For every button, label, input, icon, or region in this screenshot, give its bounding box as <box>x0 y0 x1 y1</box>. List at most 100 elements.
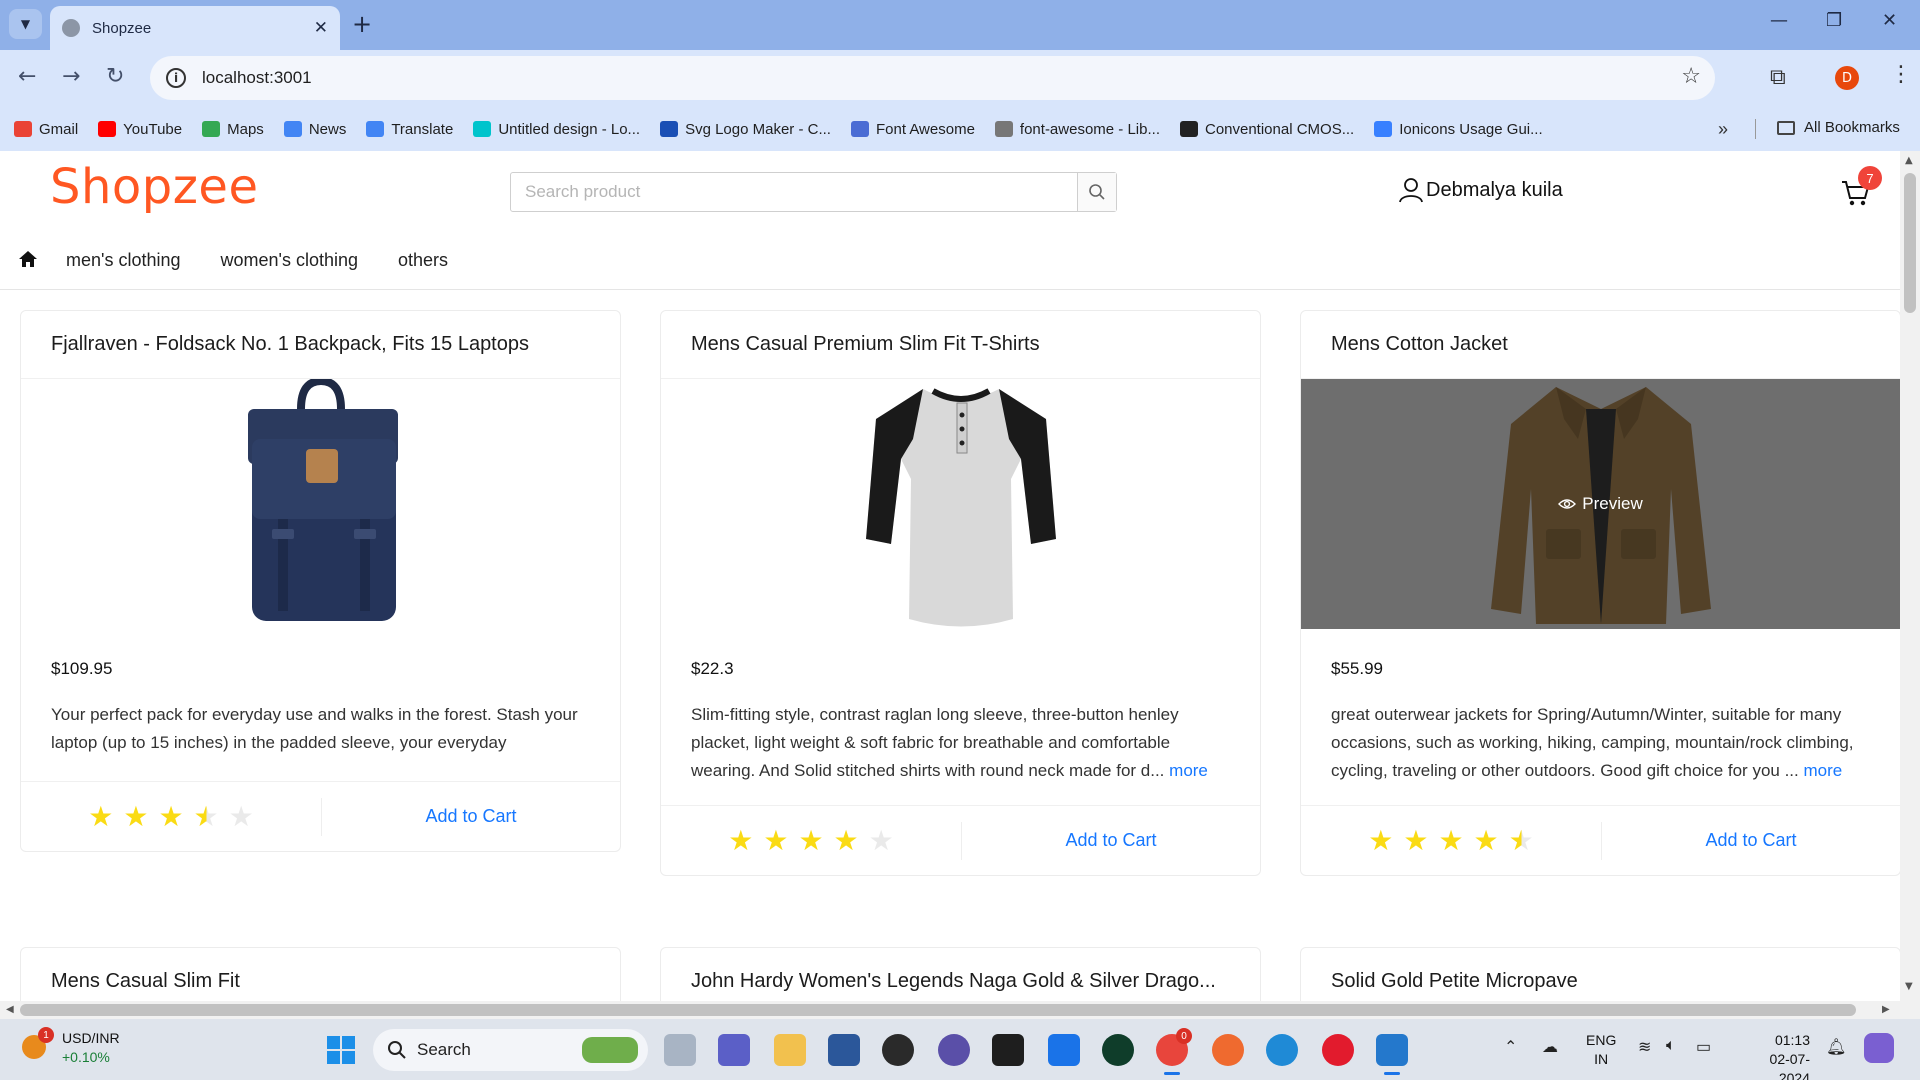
volume-icon[interactable]: 🔈︎ <box>1666 1037 1676 1055</box>
product-card[interactable]: Solid Gold Petite Micropave <box>1300 947 1900 1001</box>
close-tab-icon[interactable]: ✕ <box>314 18 328 38</box>
bookmark-item[interactable]: Maps <box>202 121 264 138</box>
postman-icon[interactable] <box>1212 1034 1244 1066</box>
star-icon[interactable]: ★ <box>229 800 254 833</box>
vscode-icon[interactable] <box>1376 1034 1408 1075</box>
product-image[interactable]: Preview <box>1301 379 1900 629</box>
bookmark-item[interactable]: Font Awesome <box>850 121 975 138</box>
word-icon[interactable] <box>828 1034 860 1066</box>
bookmark-item[interactable]: News <box>283 121 346 138</box>
search-button[interactable] <box>1077 173 1116 211</box>
scroll-up-arrow[interactable]: ▲ <box>1905 155 1913 166</box>
product-image[interactable] <box>21 379 620 629</box>
search-input[interactable] <box>511 173 1077 211</box>
star-icon[interactable]: ★ <box>1368 824 1393 857</box>
forward-button[interactable]: → <box>62 64 80 89</box>
bookmark-item[interactable]: font-awesome - Lib... <box>994 121 1160 138</box>
task-view-icon[interactable] <box>664 1034 696 1066</box>
bookmark-item[interactable]: Gmail <box>14 121 78 138</box>
site-info-icon[interactable]: i <box>166 68 186 88</box>
star-icon[interactable]: ★ <box>834 824 859 857</box>
bookmark-item[interactable]: Conventional CMOS... <box>1179 121 1354 138</box>
bookmark-item[interactable]: Ionicons Usage Gui... <box>1374 121 1543 138</box>
user-profile-link[interactable]: Debmalya kuila <box>1398 177 1563 203</box>
site-logo[interactable]: Shopzee <box>50 159 258 215</box>
copilot-icon[interactable] <box>1864 1033 1894 1063</box>
star-icon[interactable]: ★ <box>1403 824 1428 857</box>
mongodb-icon[interactable] <box>1102 1034 1134 1066</box>
product-card[interactable]: Mens Casual Premium Slim Fit T-Shirts $2… <box>660 310 1261 876</box>
home-icon[interactable] <box>18 249 38 274</box>
product-image[interactable] <box>661 379 1260 629</box>
star-icon[interactable]: ★ <box>1509 824 1534 857</box>
more-link[interactable]: more <box>1803 761 1842 780</box>
star-icon[interactable]: ★ <box>88 800 113 833</box>
battery-icon[interactable]: ▭ <box>1696 1037 1711 1057</box>
wifi-icon[interactable]: ≋ <box>1638 1037 1651 1057</box>
dell-icon[interactable] <box>882 1034 914 1066</box>
star-icon[interactable]: ★ <box>1438 824 1463 857</box>
bookmark-item[interactable]: Translate <box>366 121 453 138</box>
bookmark-item[interactable]: Svg Logo Maker - C... <box>660 121 831 138</box>
bookmark-item[interactable]: Untitled design - Lo... <box>473 121 640 138</box>
restore-button[interactable]: ❐ <box>1826 10 1842 31</box>
star-icon[interactable]: ★ <box>1474 824 1499 857</box>
taskbar-search[interactable]: Search <box>373 1029 648 1071</box>
teams-icon[interactable] <box>718 1034 750 1066</box>
vertical-scrollbar[interactable]: ▲ ▼ <box>1900 151 1920 1001</box>
media-player-icon[interactable] <box>938 1034 970 1066</box>
product-card[interactable]: Mens Casual Slim Fit <box>20 947 621 1001</box>
add-to-cart-button[interactable]: Add to Cart <box>1602 830 1900 851</box>
category-womens-clothing[interactable]: women's clothing <box>221 250 359 271</box>
scroll-thumb[interactable] <box>20 1004 1856 1016</box>
language-indicator[interactable]: ENG IN <box>1586 1031 1616 1069</box>
currency-widget[interactable]: 1 USD/INR +0.10% <box>20 1027 120 1067</box>
browser-tab[interactable]: Shopzee ✕ <box>50 6 340 50</box>
star-icon[interactable]: ★ <box>798 824 823 857</box>
scroll-right-arrow[interactable]: ▶ <box>1882 1004 1890 1015</box>
mail-icon[interactable] <box>1048 1034 1080 1066</box>
extensions-icon[interactable]: ⧉ <box>1770 65 1786 90</box>
browser-menu-icon[interactable]: ⋮ <box>1890 62 1912 87</box>
show-hidden-icons[interactable]: ⌃ <box>1504 1037 1517 1057</box>
category-mens-clothing[interactable]: men's clothing <box>66 250 181 271</box>
address-bar[interactable]: i localhost:3001 ☆ <box>150 56 1715 100</box>
edge-icon[interactable] <box>1266 1034 1298 1066</box>
star-icon[interactable]: ★ <box>158 800 183 833</box>
close-window-button[interactable]: ✕ <box>1882 10 1897 31</box>
back-button[interactable]: ← <box>18 64 36 89</box>
file-explorer-icon[interactable] <box>774 1034 806 1066</box>
add-to-cart-button[interactable]: Add to Cart <box>322 806 620 827</box>
product-card[interactable]: Mens Cotton Jacket Preview $55.99 great … <box>1300 310 1900 876</box>
category-others[interactable]: others <box>398 250 448 271</box>
scroll-thumb[interactable] <box>1904 173 1916 313</box>
windows-start-button[interactable] <box>327 1036 355 1064</box>
bookmark-item[interactable]: YouTube <box>98 121 182 138</box>
product-card[interactable]: John Hardy Women's Legends Naga Gold & S… <box>660 947 1261 1001</box>
product-card[interactable]: Fjallraven - Foldsack No. 1 Backpack, Fi… <box>20 310 621 852</box>
opera-icon[interactable] <box>1322 1034 1354 1066</box>
star-icon[interactable]: ★ <box>728 824 753 857</box>
star-icon[interactable]: ★ <box>123 800 148 833</box>
scroll-left-arrow[interactable]: ◀ <box>6 1004 14 1015</box>
scroll-down-arrow[interactable]: ▼ <box>1905 981 1913 992</box>
terminal-icon[interactable] <box>992 1034 1024 1066</box>
star-icon[interactable]: ★ <box>869 824 894 857</box>
onedrive-icon[interactable]: ☁ <box>1542 1037 1558 1057</box>
star-icon[interactable]: ★ <box>194 800 219 833</box>
all-bookmarks-button[interactable]: All Bookmarks <box>1777 119 1900 136</box>
star-icon[interactable]: ★ <box>763 824 788 857</box>
add-to-cart-button[interactable]: Add to Cart <box>962 830 1260 851</box>
notification-bell-icon[interactable]: 🔔︎ <box>1826 1037 1846 1057</box>
profile-avatar[interactable]: D <box>1835 66 1859 90</box>
preview-overlay[interactable]: Preview <box>1301 379 1900 629</box>
system-clock[interactable]: 01:13 02-07-2024 <box>1740 1031 1810 1080</box>
horizontal-scrollbar[interactable]: ◀ ▶ <box>0 1001 1920 1019</box>
minimize-button[interactable]: — <box>1770 10 1788 31</box>
more-link[interactable]: more <box>1169 761 1208 780</box>
reload-button[interactable]: ↻ <box>106 64 124 89</box>
tab-search-button[interactable]: ▼ <box>9 9 42 39</box>
bookmark-star-icon[interactable]: ☆ <box>1681 64 1701 89</box>
chrome-icon[interactable]: 0 <box>1156 1028 1192 1075</box>
more-bookmarks-icon[interactable]: » <box>1718 119 1728 140</box>
